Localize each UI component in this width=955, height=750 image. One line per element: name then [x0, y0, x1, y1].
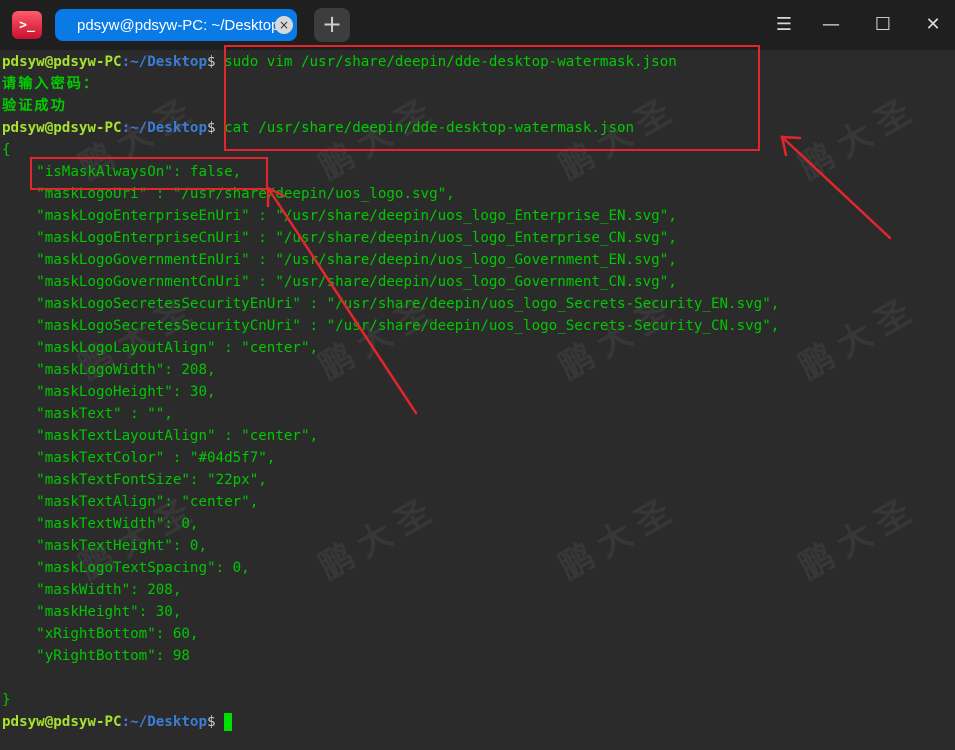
annotation-arrow-ismaskalwayson — [266, 186, 418, 415]
annotation-arrow-commands — [780, 135, 892, 240]
annotation-arrows — [266, 135, 892, 415]
